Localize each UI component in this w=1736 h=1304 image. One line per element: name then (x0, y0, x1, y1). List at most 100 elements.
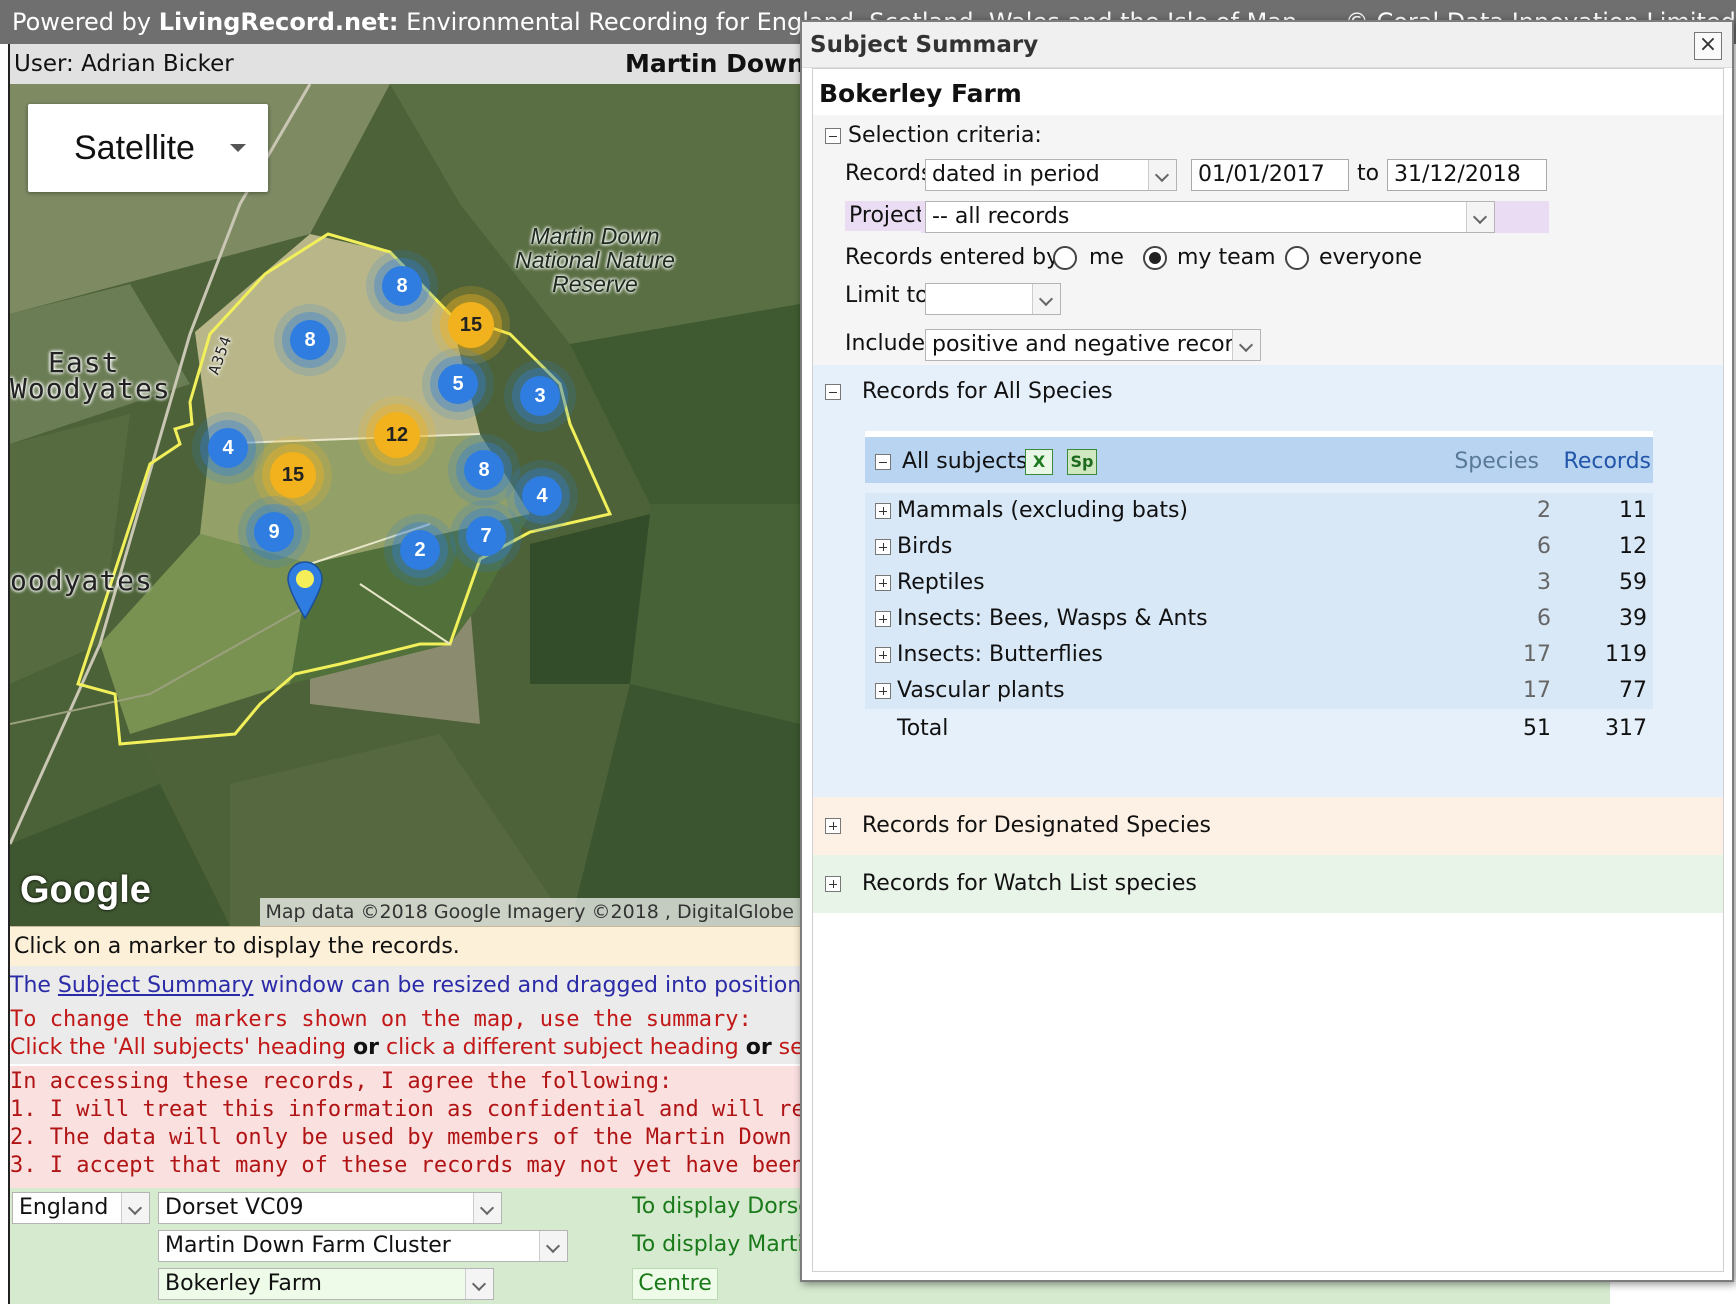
dialog-title[interactable]: Subject Summary (802, 22, 1732, 68)
total-species: 51 (1523, 716, 1551, 741)
centre-button[interactable]: Centre (632, 1268, 718, 1300)
record-cluster-marker[interactable]: 12 (374, 412, 420, 458)
radio-entered-by-me[interactable] (1053, 246, 1077, 270)
expand-icon (825, 818, 841, 834)
include-label: Include (845, 331, 926, 356)
map-type-label: Satellite (74, 129, 195, 167)
farm-select[interactable]: Bokerley Farm (158, 1268, 494, 1300)
all-subjects-toggle[interactable]: All subjects (875, 447, 1027, 477)
row-label: Vascular plants (897, 678, 1065, 703)
row-label: Birds (897, 534, 953, 559)
display-dorset-link[interactable]: To display Dorset (632, 1190, 802, 1224)
cluster-select[interactable]: Martin Down Farm Cluster (158, 1230, 568, 1262)
agreement-item: 2. The data will only be used by members… (10, 1125, 800, 1150)
subject-summary-dialog[interactable]: Subject Summary × Bokerley Farm Selectio… (800, 20, 1734, 1282)
row-name: Reptiles (875, 565, 985, 601)
record-cluster-marker[interactable]: 4 (522, 476, 562, 516)
date-to-input[interactable]: 31/12/2018 (1387, 159, 1547, 191)
entered-by-label: Records entered by (845, 245, 1060, 270)
limit-to-label: Limit to (845, 283, 929, 308)
or-text: or (745, 1035, 772, 1060)
date-from-input[interactable]: 01/01/2017 (1191, 159, 1349, 191)
records-mode-value: dated in period (932, 162, 1100, 187)
row-species-count: 2 (1537, 498, 1551, 523)
nature-reserve-label: Martin Down National Nature Reserve (515, 223, 675, 297)
subject-summary-link[interactable]: Subject Summary (58, 973, 254, 998)
all-subjects-header[interactable]: All subjects X Sp Species Records (865, 431, 1653, 483)
table-row[interactable]: Insects: Bees, Wasps & Ants 6 39 (865, 601, 1653, 637)
country-select-value: England (19, 1195, 109, 1220)
chevron-down-icon (1232, 330, 1260, 360)
selection-criteria-toggle[interactable]: Selection criteria: (825, 121, 1042, 151)
watch-list-toggle[interactable]: Records for Watch List species (825, 869, 1197, 899)
project-select[interactable]: -- all records (925, 201, 1495, 233)
agreement-box: In accessing these records, I agree the … (10, 1066, 800, 1188)
table-row[interactable]: Vascular plants 17 77 (865, 673, 1653, 709)
record-cluster-marker[interactable]: 15 (270, 452, 316, 498)
project-select-value: -- all records (932, 204, 1070, 229)
change-line-2b: click a different subject heading (378, 1035, 746, 1060)
map-imagery (10, 84, 800, 926)
row-name: Insects: Butterflies (875, 637, 1103, 673)
selection-criteria-label: Selection criteria: (848, 123, 1042, 148)
records-mode-select[interactable]: dated in period (925, 159, 1177, 191)
satellite-map[interactable]: Satellite Martin Down National Nature Re… (10, 84, 800, 926)
agreement-item: 3. I accept that many of these records m… (10, 1153, 800, 1178)
record-cluster-marker[interactable]: 2 (400, 530, 440, 570)
location-pin-icon[interactable] (286, 560, 324, 620)
record-cluster-marker[interactable]: 8 (464, 450, 504, 490)
designated-species-toggle[interactable]: Records for Designated Species (825, 811, 1211, 841)
chevron-down-icon (465, 1269, 493, 1299)
change-line-2c: select a species (778, 1035, 800, 1060)
table-row[interactable]: Reptiles 3 59 (865, 565, 1653, 601)
expand-icon (875, 539, 891, 555)
table-row[interactable]: Insects: Butterflies 17 119 (865, 637, 1653, 673)
expand-icon (875, 683, 891, 699)
column-header-species: Species (1454, 449, 1539, 474)
radio-entered-by-my-team[interactable] (1143, 246, 1167, 270)
designated-species-heading: Records for Designated Species (862, 813, 1211, 838)
record-cluster-marker[interactable]: 3 (520, 376, 560, 416)
chevron-down-icon (230, 144, 246, 152)
record-cluster-marker[interactable]: 9 (254, 512, 294, 552)
resize-note-prefix: The (10, 973, 58, 998)
total-row: Total 51 317 (865, 711, 1653, 747)
row-name: Birds (875, 529, 952, 565)
expand-icon (875, 503, 891, 519)
chevron-down-icon (1148, 160, 1176, 190)
row-record-count: 11 (1619, 498, 1647, 523)
vice-county-select-value: Dorset VC09 (165, 1195, 304, 1220)
table-row[interactable]: Birds 6 12 (865, 529, 1653, 565)
radio-label-everyone: everyone (1319, 245, 1423, 270)
record-cluster-marker[interactable]: 5 (438, 364, 478, 404)
record-cluster-marker[interactable]: 8 (290, 320, 330, 360)
watch-list-section[interactable]: Records for Watch List species (813, 855, 1723, 913)
cluster-select-value: Martin Down Farm Cluster (165, 1233, 451, 1258)
close-icon[interactable]: × (1694, 32, 1722, 60)
vice-county-select[interactable]: Dorset VC09 (158, 1192, 502, 1224)
radio-entered-by-everyone[interactable] (1285, 246, 1309, 270)
or-text: or (353, 1035, 379, 1060)
include-select[interactable]: positive and negative records (925, 329, 1261, 361)
record-cluster-marker[interactable]: 7 (466, 516, 506, 556)
all-species-toggle[interactable]: Records for All Species (825, 377, 1113, 407)
chevron-down-icon (1466, 202, 1494, 232)
excel-export-icon[interactable]: X (1025, 449, 1053, 475)
country-select[interactable]: England (12, 1192, 150, 1224)
user-name: User: Adrian Bicker (14, 51, 234, 77)
site-name[interactable]: LivingRecord.net: (159, 8, 399, 36)
limit-to-select[interactable] (925, 283, 1061, 315)
designated-species-section[interactable]: Records for Designated Species (813, 797, 1723, 855)
row-label: Insects: Bees, Wasps & Ants (897, 606, 1208, 631)
map-attribution[interactable]: Map data ©2018 Google Imagery ©2018 , Di… (259, 898, 800, 926)
display-cluster-link[interactable]: To display Martin Down (632, 1228, 802, 1262)
record-cluster-marker[interactable]: 15 (448, 302, 494, 348)
agreement-item: 1. I will treat this information as conf… (10, 1097, 800, 1122)
resize-note: The Subject Summary window can be resize… (10, 966, 800, 1006)
species-list-icon[interactable]: Sp (1067, 449, 1097, 475)
selection-criteria-panel: Selection criteria: Records dated in per… (813, 115, 1723, 365)
record-cluster-marker[interactable]: 4 (208, 428, 248, 468)
table-row[interactable]: Mammals (excluding bats) 2 11 (865, 493, 1653, 529)
map-type-dropdown[interactable]: Satellite (28, 104, 268, 192)
record-cluster-marker[interactable]: 8 (382, 266, 422, 306)
